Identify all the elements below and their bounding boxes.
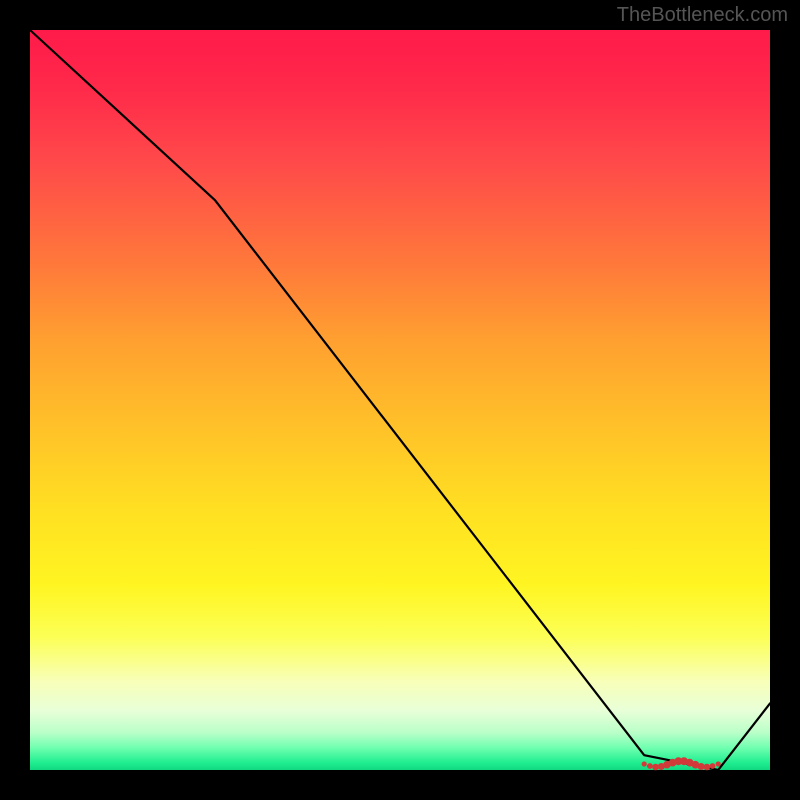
chart-plot-area (30, 30, 770, 770)
attribution-text: TheBottleneck.com (617, 4, 788, 27)
